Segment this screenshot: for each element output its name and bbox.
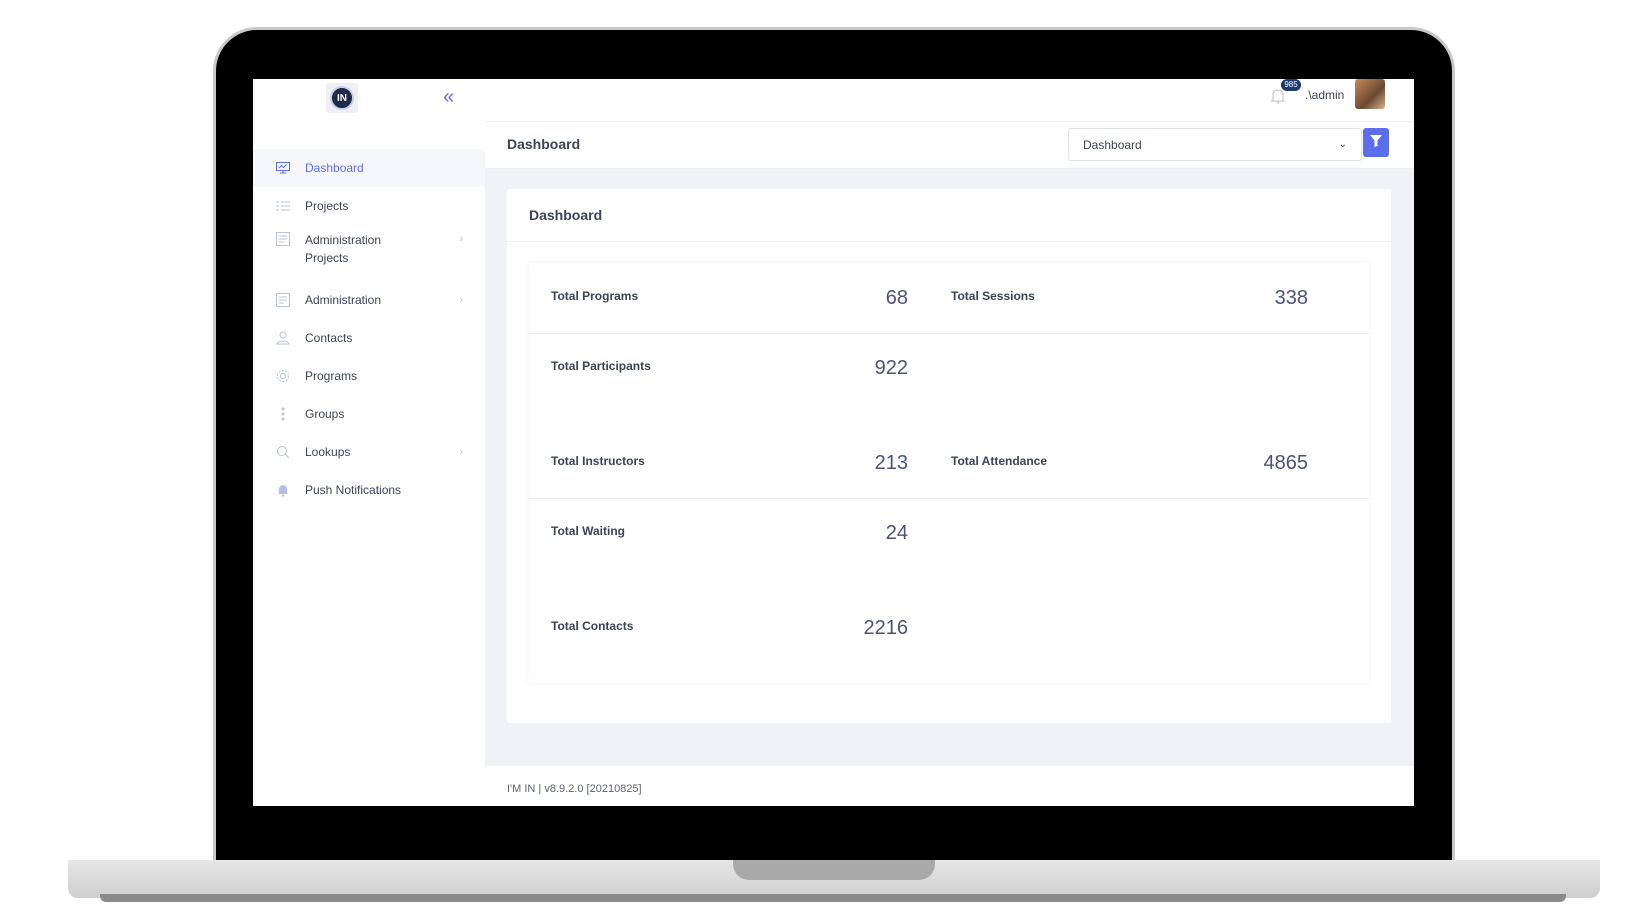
sidebar-item-groups[interactable]: Groups (253, 395, 485, 433)
stat-label: Total Waiting (551, 524, 625, 538)
page-title: Dashboard (507, 136, 581, 152)
laptop-notch (733, 860, 935, 880)
sidebar-item-projects[interactable]: Projects (253, 187, 485, 225)
dashboard-select[interactable]: Dashboard ⌄ (1068, 128, 1362, 161)
bell-icon (275, 482, 291, 498)
sidebar-item-label: Administration (305, 293, 382, 307)
stat-total-attendance: Total Attendance 4865 (929, 428, 1328, 502)
logo-mark: IN (330, 86, 354, 110)
sidebar-item-push-notifications[interactable]: Push Notifications (253, 471, 485, 509)
sidebar-item-contacts[interactable]: Contacts (253, 319, 485, 357)
collapse-sidebar-icon[interactable]: « (443, 87, 454, 107)
stats-panel: Total Programs 68 Total Sessions 338 Tot… (529, 263, 1369, 683)
dashboard-card: Dashboard Total Programs 68 Total Sessio… (507, 189, 1391, 723)
list-icon (275, 198, 291, 214)
sidebar-item-dashboard[interactable]: Dashboard (253, 149, 485, 187)
user-name[interactable]: .\admin (1305, 88, 1344, 102)
version-text: I'M IN | v8.9.2.0 [20210825] (507, 783, 642, 795)
avatar[interactable] (1355, 79, 1385, 109)
stat-total-instructors: Total Instructors 213 (529, 428, 928, 502)
sidebar-item-lookups[interactable]: Lookups › (253, 433, 485, 471)
sidebar-item-label: Programs (305, 369, 358, 383)
sidebar-item-administration[interactable]: Administration › (253, 281, 485, 319)
contacts-icon (275, 330, 291, 346)
gear-icon (275, 368, 291, 384)
main-content: 985 .\admin Dashboard Dashboard ⌄ Dashbo… (485, 79, 1414, 806)
stat-label: Total Participants (551, 359, 651, 373)
sidebar-item-sublabel: Projects (305, 251, 349, 265)
chevron-right-icon: › (459, 294, 463, 306)
app-logo[interactable]: IN (326, 83, 358, 113)
sidebar-item-label: Contacts (305, 331, 353, 345)
dashboard-select-value: Dashboard (1083, 137, 1142, 152)
app-screen: IN « Dashboard Projects Administration P… (253, 79, 1414, 806)
notification-badge: 985 (1281, 79, 1301, 91)
sidebar-nav: Dashboard Projects Administration Projec… (253, 149, 485, 509)
stat-value: 213 (874, 452, 908, 474)
stat-value: 24 (885, 522, 908, 544)
stat-total-programs: Total Programs 68 (529, 263, 928, 337)
sidebar: IN « Dashboard Projects Administration P… (253, 79, 486, 806)
stat-label: Total Sessions (951, 289, 1035, 303)
stat-label: Total Programs (551, 289, 639, 303)
sidebar-item-programs[interactable]: Programs (253, 357, 485, 395)
stat-total-participants: Total Participants 922 (529, 333, 928, 407)
stat-label: Total Attendance (951, 454, 1048, 468)
stat-total-waiting: Total Waiting 24 (529, 498, 928, 572)
sidebar-item-label: Administration (305, 233, 382, 247)
dots-icon (275, 406, 291, 422)
stat-total-sessions: Total Sessions 338 (929, 263, 1328, 337)
stat-value: 68 (885, 287, 908, 309)
sidebar-item-label: Push Notifications (305, 483, 402, 497)
top-bar: 985 .\admin (485, 79, 1414, 122)
filter-button[interactable] (1363, 128, 1389, 157)
sidebar-item-label: Projects (305, 199, 349, 213)
chevron-right-icon: › (459, 446, 463, 458)
admin-icon (275, 292, 291, 308)
footer: I'M IN | v8.9.2.0 [20210825] (485, 766, 1414, 806)
sidebar-item-label: Groups (305, 407, 345, 421)
stat-value: 922 (874, 357, 908, 379)
stat-value: 338 (1274, 287, 1308, 309)
search-icon (275, 444, 291, 460)
card-title: Dashboard (507, 189, 1391, 242)
admin-icon (275, 231, 291, 247)
filter-icon (1370, 134, 1382, 152)
stat-value: 2216 (863, 617, 909, 639)
chevron-right-icon: › (459, 233, 463, 245)
stat-label: Total Instructors (551, 454, 645, 468)
stat-value: 4865 (1263, 452, 1309, 474)
stat-label: Total Contacts (551, 619, 634, 633)
laptop-base-shadow (100, 894, 1566, 902)
sidebar-item-label: Lookups (305, 445, 351, 459)
monitor-icon (275, 160, 291, 176)
chevron-down-icon: ⌄ (1338, 139, 1347, 150)
stat-total-contacts: Total Contacts 2216 (529, 593, 928, 667)
sidebar-item-administration-projects[interactable]: Administration Projects › (253, 225, 485, 281)
title-bar: Dashboard Dashboard ⌄ (485, 122, 1414, 169)
sidebar-item-label: Dashboard (305, 161, 364, 175)
